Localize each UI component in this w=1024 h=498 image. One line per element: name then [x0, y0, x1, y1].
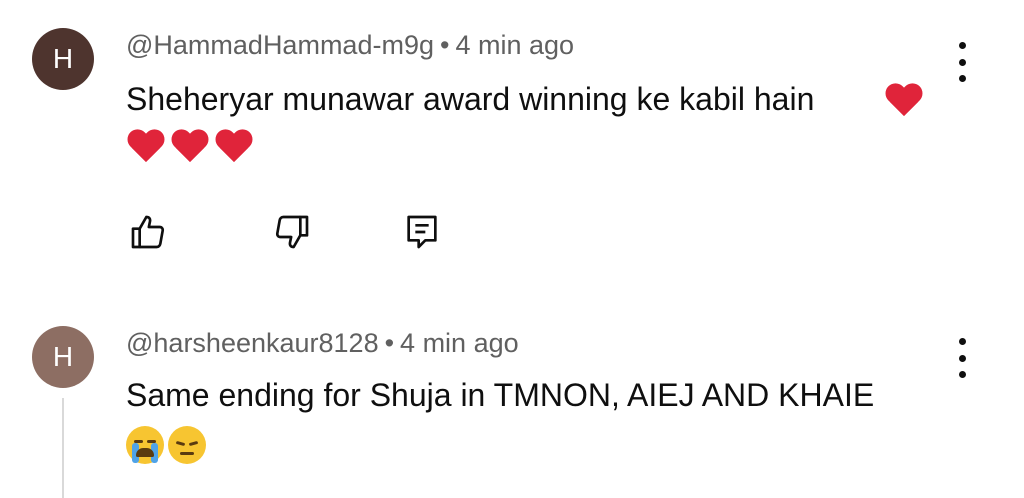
comment-item: H @harsheenkaur8128 • 4 min ago Same endin…: [0, 296, 1024, 498]
avatar-letter: H: [52, 341, 74, 372]
separator-dot: •: [439, 30, 450, 60]
comment-header: @harsheenkaur8128 • 4 min ago: [126, 328, 519, 359]
loudly-crying-face-emoji: [126, 426, 164, 464]
like-button[interactable]: [126, 210, 170, 254]
comment-timestamp[interactable]: 4 min ago: [400, 328, 519, 358]
red-heart-emoji: [884, 82, 924, 118]
red-heart-emoji: [170, 128, 210, 164]
more-vertical-icon[interactable]: [950, 42, 974, 82]
avatar[interactable]: H: [32, 28, 94, 90]
thread-line: [62, 398, 64, 498]
dislike-button[interactable]: [270, 210, 314, 254]
comment-emoji-line: [126, 426, 206, 464]
comment-emoji-line: [126, 128, 254, 164]
comment-timestamp[interactable]: 4 min ago: [455, 30, 574, 60]
comment-author[interactable]: @harsheenkaur8128: [126, 328, 379, 358]
thumbs-up-icon: [131, 215, 165, 249]
reply-button[interactable]: [400, 210, 444, 254]
red-heart-emoji: [126, 128, 166, 164]
comment-author[interactable]: @HammadHammad-m9g: [126, 30, 434, 60]
separator-dot: •: [384, 328, 395, 358]
comment-text: Sheheryar munawar award winning ke kabil…: [126, 81, 815, 117]
avatar[interactable]: H: [32, 326, 94, 388]
red-heart-emoji: [214, 128, 254, 164]
comment-header: @HammadHammad-m9g • 4 min ago: [126, 30, 574, 61]
reply-icon: [407, 215, 437, 249]
comment-item: H @HammadHammad-m9g • 4 min ago Sheheryar …: [0, 0, 1024, 296]
pensive-face-emoji: [168, 426, 206, 464]
more-vertical-icon[interactable]: [950, 338, 974, 378]
thumbs-down-icon: [275, 215, 309, 249]
comment-text: Same ending for Shuja in TMNON, AIEJ AND…: [126, 377, 875, 413]
avatar-letter: H: [52, 43, 74, 74]
comment-actions: [126, 210, 444, 254]
